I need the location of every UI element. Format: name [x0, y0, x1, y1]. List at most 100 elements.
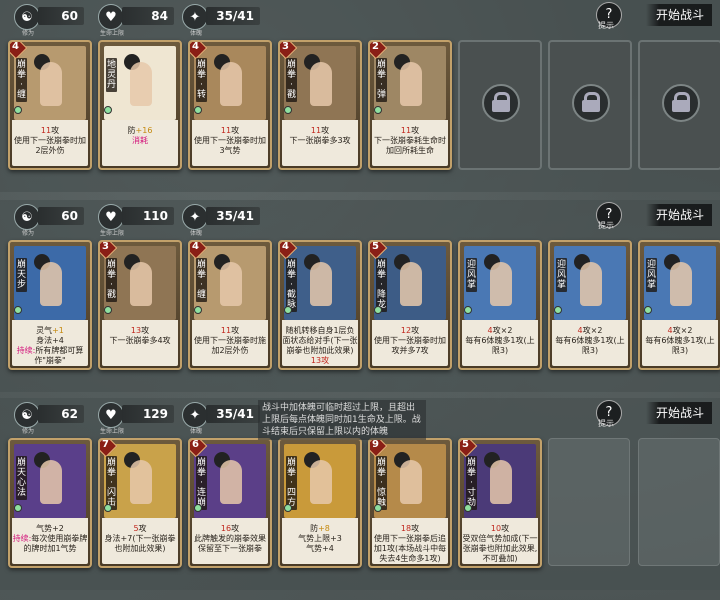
body-value: 35/41 — [206, 207, 260, 225]
skill-card[interactable]: 9 崩拳·惊触 18攻 使用下一张崩拳后追加1攻(本场战斗中每失去4生命多1攻) — [368, 438, 452, 568]
skill-card[interactable]: 4 崩拳·缠 11攻 使用下一张崩拳时施加2层外伤 — [188, 240, 272, 370]
body-label: 体魄 — [189, 230, 202, 237]
hp-limit-label: 生命上限 — [99, 230, 124, 237]
cost-value: 4 — [12, 41, 19, 52]
skill-card[interactable]: 3 崩拳·戳 11攻 下一张崩拳多3攻 — [278, 40, 362, 170]
hint-label: 提示 — [598, 419, 614, 428]
card-name: 崩天步 — [16, 258, 27, 292]
skill-card[interactable]: 7 崩拳·闪击 5攻 身法+7(下一张崩拳也附加此效果) — [98, 438, 182, 568]
card-name: 崩天心法 — [16, 456, 27, 500]
lock-icon — [572, 84, 610, 122]
element-gem — [14, 106, 22, 114]
desc-text: 气势+2 — [36, 524, 64, 533]
desc-text: 攻 — [411, 326, 420, 335]
skill-card[interactable]: 4 崩拳·缠 11攻 使用下一张崩拳时加2层外伤 — [8, 40, 92, 170]
cost-value: 9 — [372, 439, 379, 450]
desc-text: 18 — [400, 524, 412, 533]
element-gem — [464, 306, 472, 314]
skill-card[interactable]: 5 崩拳·降龙 12攻 使用下一张崩拳时加攻并多7攻 — [368, 240, 452, 370]
hp-limit-icon: ♥ — [98, 4, 124, 30]
desc-text: 灵气 — [36, 326, 53, 335]
start-battle-button[interactable]: 开始战斗 — [646, 204, 713, 226]
desc-text: 每有6体魄多1攻(上限3) — [555, 336, 625, 355]
element-gem — [194, 306, 202, 314]
skill-card[interactable]: 4 崩拳·截脉 随机转移自身1层负面状态给对手(下一张崩拳也附加此效果) 13攻 — [278, 240, 362, 370]
cultivation-value: 60 — [38, 7, 84, 25]
cultivation-label: 修为 — [21, 428, 34, 435]
card-name: 崩拳·降龙 — [376, 258, 387, 312]
skill-card[interactable]: 地灵丹防+16 消耗 — [98, 40, 182, 170]
start-battle-button[interactable]: 开始战斗 — [646, 4, 713, 26]
skill-card[interactable]: 3 崩拳·戳 13攻 下一张崩拳多4攻 — [98, 240, 182, 370]
desc-text: 攻 — [411, 524, 420, 533]
skill-card[interactable]: 5 崩拳·寸劲 10攻 受双倍气势加成(下一张崩拳也附加此效果,不可叠加) — [458, 438, 542, 568]
desc-text: 攻 — [51, 126, 60, 135]
figure-body — [400, 262, 422, 306]
cost-value: 4 — [192, 41, 199, 52]
desc-text: 每有6体魄多1攻(上限3) — [645, 336, 715, 355]
skill-card[interactable]: 迎风掌 4攻×2 每有6体魄多1攻(上限3) — [458, 240, 542, 370]
card-description: 18攻 使用下一张崩拳后追加1攻(本场战斗中每失去4生命多1攻) — [372, 518, 448, 564]
desc-text: 13攻 — [310, 356, 330, 365]
desc-text: 11 — [220, 126, 232, 135]
desc-text: 16 — [220, 524, 232, 533]
skill-card[interactable]: 2 崩拳·弹 11攻 下一张崩拳耗生命时加回所耗生命 — [368, 40, 452, 170]
figure-body — [490, 262, 512, 306]
card-description: 11攻 使用下一张崩拳时施加2层外伤 — [192, 320, 268, 366]
skill-card[interactable]: 崩天步 灵气+1 身法+4 持续:所有牌都可算作"崩拳" — [8, 240, 92, 370]
desc-text: 使用下一张崩拳后追加1攻(本场战斗中每失去4生命多1攻) — [373, 534, 447, 563]
figure-body — [220, 262, 242, 306]
start-battle-button[interactable]: 开始战斗 — [646, 402, 713, 424]
body-icon: ✦ — [182, 204, 208, 230]
desc-text: 防 — [310, 524, 319, 533]
element-gem — [14, 504, 22, 512]
card-name: 地灵丹 — [106, 58, 117, 92]
desc-text: 每次使用崩拳牌的牌时加1气势 — [23, 534, 88, 553]
desc-text: 气势+4 — [306, 544, 334, 553]
figure-body — [310, 460, 332, 504]
desc-text: 11 — [220, 326, 232, 335]
body-icon: ✦ — [182, 402, 208, 428]
hp-limit-value: 110 — [122, 207, 174, 225]
hp-limit-value: 84 — [122, 7, 174, 25]
skill-card[interactable]: 崩天心法 气势+2 持续:每次使用崩拳牌的牌时加1气势 — [8, 438, 92, 568]
figure-body — [310, 262, 332, 306]
element-gem — [374, 306, 382, 314]
skill-card[interactable]: 6 崩拳·连崩 16攻 此牌触发的崩拳效果保留至下一张崩拳 — [188, 438, 272, 568]
desc-text: 随机转移自身1层负面状态给对手(下一张崩拳也附加此效果) — [282, 326, 358, 355]
skill-card[interactable]: 4 崩拳·转 11攻 使用下一张崩拳时加3气势 — [188, 40, 272, 170]
skill-card[interactable]: 迎风掌 4攻×2 每有6体魄多1攻(上限3) — [638, 240, 720, 370]
desc-text: 气势上限+3 — [298, 534, 342, 543]
figure-body — [400, 460, 422, 504]
hint-label: 提示 — [598, 221, 614, 230]
desc-text: 攻 — [141, 326, 150, 335]
card-name: 崩拳·连崩 — [196, 456, 207, 510]
desc-text: 使用下一张崩拳时施加2层外伤 — [194, 336, 266, 355]
hp-limit-label: 生命上限 — [99, 428, 124, 435]
desc-text: +8 — [318, 524, 330, 533]
body-icon: ✦ — [182, 4, 208, 30]
desc-text: 防 — [127, 126, 136, 135]
skill-card[interactable]: 崩拳·四方 防+8 气势上限+3 气势+4 — [278, 438, 362, 568]
card-name: 迎风掌 — [466, 258, 477, 292]
card-description: 12攻 使用下一张崩拳时加攻并多7攻 — [372, 320, 448, 366]
desc-text: 13 — [130, 326, 142, 335]
figure-body — [40, 62, 62, 106]
cost-value: 6 — [192, 439, 199, 450]
body-value: 35/41 — [206, 7, 260, 25]
card-description: 防+16 消耗 — [102, 120, 178, 166]
element-gem — [104, 504, 112, 512]
desc-text: 使用下一张崩拳时加攻并多7攻 — [374, 336, 446, 355]
card-description: 16攻 此牌触发的崩拳效果保留至下一张崩拳 — [192, 518, 268, 564]
empty-slot[interactable] — [638, 438, 720, 566]
skill-card[interactable]: 迎风掌 4攻×2 每有6体魄多1攻(上限3) — [548, 240, 632, 370]
card-name: 崩拳·寸劲 — [466, 456, 477, 510]
element-gem — [284, 504, 292, 512]
card-name: 崩拳·惊触 — [376, 456, 387, 510]
cultivation-icon: ☯ — [14, 402, 40, 428]
card-name: 迎风掌 — [646, 258, 657, 292]
card-description: 10攻 受双倍气势加成(下一张崩拳也附加此效果,不可叠加) — [462, 518, 538, 564]
element-gem — [14, 306, 22, 314]
desc-text: 11 — [40, 126, 52, 135]
empty-slot[interactable] — [548, 438, 630, 566]
